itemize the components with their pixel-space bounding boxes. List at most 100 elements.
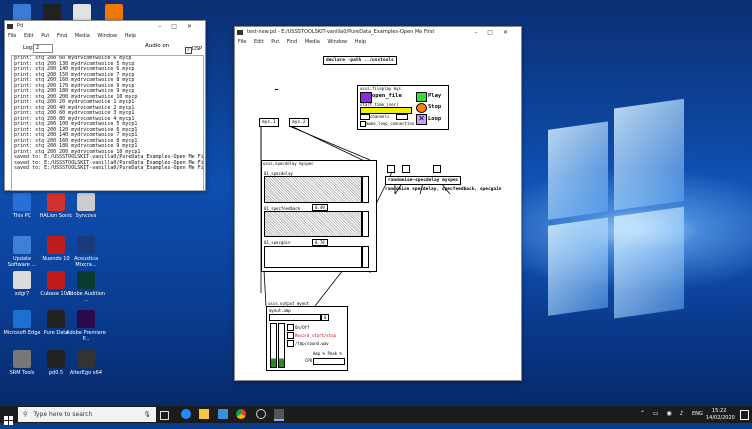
desktop-icon[interactable]: Adobe Premiere P... [66,310,106,342]
tray-icons[interactable]: ⌃ ▭ ◉ ♪ [640,410,686,417]
menu-file[interactable]: File [238,39,246,45]
amp-peak-label: Amp % Peak % [313,351,342,356]
pd-title-bar[interactable]: Pd –□✕ [5,21,205,32]
stop-button[interactable] [416,103,427,113]
windows-logo-light [548,98,688,330]
specdelay-scroll[interactable] [362,176,369,203]
taskbar-search[interactable]: ⚲ Type here to search 🎙 [18,407,156,422]
output-gain-label: myout.amp [269,308,291,313]
output-gain-number[interactable]: 0 [321,314,330,321]
play-button[interactable] [416,92,427,102]
stop-label: Stop [428,104,442,110]
app-icon [13,310,31,328]
cpu-meter [313,358,345,365]
pd-menubar: File Edit Put Find Media Window Help [5,32,205,41]
pd-main-window: Pd –□✕ File Edit Put Find Media Window H… [4,20,206,191]
menu-file[interactable]: File [8,33,16,39]
random-bang-2[interactable] [402,165,410,173]
specdelay-array[interactable] [264,176,362,203]
channels-label: channels [370,114,390,119]
mys1-object[interactable]: mys.1 [259,118,279,127]
mys2-object[interactable]: mys.2 [289,118,309,127]
menu-edit[interactable]: Edit [24,33,34,39]
patch-canvas[interactable]: declare -path ../usstools usss.fileplay … [235,48,521,379]
desktop-icon-label: Syncovs [75,213,97,219]
fileplay-title: usss.fileplay mys [360,86,401,91]
dsp-checkbox[interactable]: ✓ [185,47,192,54]
patch-window-title: test-new.pd - E:/USSSTOOLSKIT-vanilla0/P… [247,29,435,35]
app-icon [47,310,65,328]
start-button[interactable] [4,410,13,425]
console-line: saved to: E:/USSSTOOLSKIT-vanilla0/PureD… [14,165,204,171]
window-controls[interactable]: –□✕ [474,27,518,38]
language-indicator[interactable]: ENG [692,411,703,417]
randomise-object[interactable]: randomise~specdelay myspec [385,176,462,185]
record-toggle[interactable] [287,332,294,339]
file-explorer-icon[interactable] [199,409,209,419]
output-gain-slider[interactable] [269,314,321,321]
taskbar: ⚲ Type here to search 🎙 ⌃ ▭ ◉ ♪ ENG 15:2… [0,406,752,425]
specgain-array[interactable] [264,246,362,268]
app-icon [13,193,31,211]
pd-taskbar-icon[interactable] [274,409,284,421]
start-time-slider[interactable] [360,107,412,114]
loop-label: Loop [428,116,442,122]
specfeedback-array[interactable] [264,211,362,237]
desktop-icon-label: Acoustica Mixcra... [73,256,99,268]
play-label: Play [428,93,442,99]
menu-help[interactable]: Help [355,39,366,45]
menu-window[interactable]: Window [97,33,117,39]
menu-find[interactable]: Find [287,39,297,45]
desktop-icon[interactable]: AlterEgo x64 [66,350,106,376]
menu-find[interactable]: Find [57,33,67,39]
app-icon [77,350,95,368]
app-icon [47,193,65,211]
specfeedback-scroll[interactable] [362,211,369,237]
clock-time[interactable]: 15:22 [712,408,726,414]
chrome-icon[interactable] [236,409,246,419]
menu-put[interactable]: Put [41,33,49,39]
app-icon [47,350,65,368]
desktop-icon[interactable]: Adobe Audition ... [66,271,106,303]
store-icon[interactable] [218,409,228,419]
file-toggle[interactable] [287,340,294,347]
clock-date[interactable]: 14/02/2020 [706,415,735,421]
audio-status: Audio on [145,43,170,49]
specgain-number[interactable]: 0.70 [312,239,328,246]
onoff-toggle[interactable] [287,324,294,331]
declare-object[interactable]: declare -path ../usstools [323,56,397,65]
menu-put[interactable]: Put [271,39,279,45]
window-controls[interactable]: –□✕ [158,21,202,32]
app-icon [13,350,31,368]
channels-box[interactable] [396,114,408,120]
menu-window[interactable]: Window [327,39,347,45]
desktop-icon[interactable]: Syncovs [66,193,106,219]
specdelay-abstraction: usss.specdelay myspec 01_specdelay 01_sp… [261,160,377,272]
app-icon [77,193,95,211]
menu-help[interactable]: Help [125,33,136,39]
random-bang-3[interactable] [433,165,441,173]
log-select[interactable]: 2 [33,44,53,53]
channels-number[interactable] [360,114,370,120]
pd-app-icon [7,24,13,29]
menu-media[interactable]: Media [75,33,90,39]
fileplay-abstraction: usss.fileplay mys open_file start_time_(… [357,85,449,130]
bang-marker [275,89,278,90]
task-view-icon[interactable] [160,411,169,420]
desktop-icon[interactable]: Acoustica Mixcra... [66,236,106,268]
microphone-icon[interactable]: 🎙 [143,407,151,422]
console-log[interactable]: print: stq 200 60 mydrvcomtwoice 6 mycp p… [11,55,204,191]
app-icon [77,310,95,328]
specfeedback-number[interactable]: 0.49 [312,204,328,211]
notification-icon[interactable] [740,410,749,420]
patch-title-bar[interactable]: test-new.pd - E:/USSSTOOLSKIT-vanilla0/P… [235,27,521,38]
app-icon[interactable] [256,409,266,419]
output-abstraction: usss.output myout myout.amp 0 On/Off Rec… [266,301,348,371]
specgain-scroll[interactable] [362,246,369,268]
vu-meter-right [278,323,285,368]
loop-button[interactable]: ✕ [416,114,427,125]
menu-media[interactable]: Media [305,39,320,45]
random-bang-1[interactable] [387,165,395,173]
edge-icon[interactable] [181,409,191,419]
menu-edit[interactable]: Edit [254,39,264,45]
